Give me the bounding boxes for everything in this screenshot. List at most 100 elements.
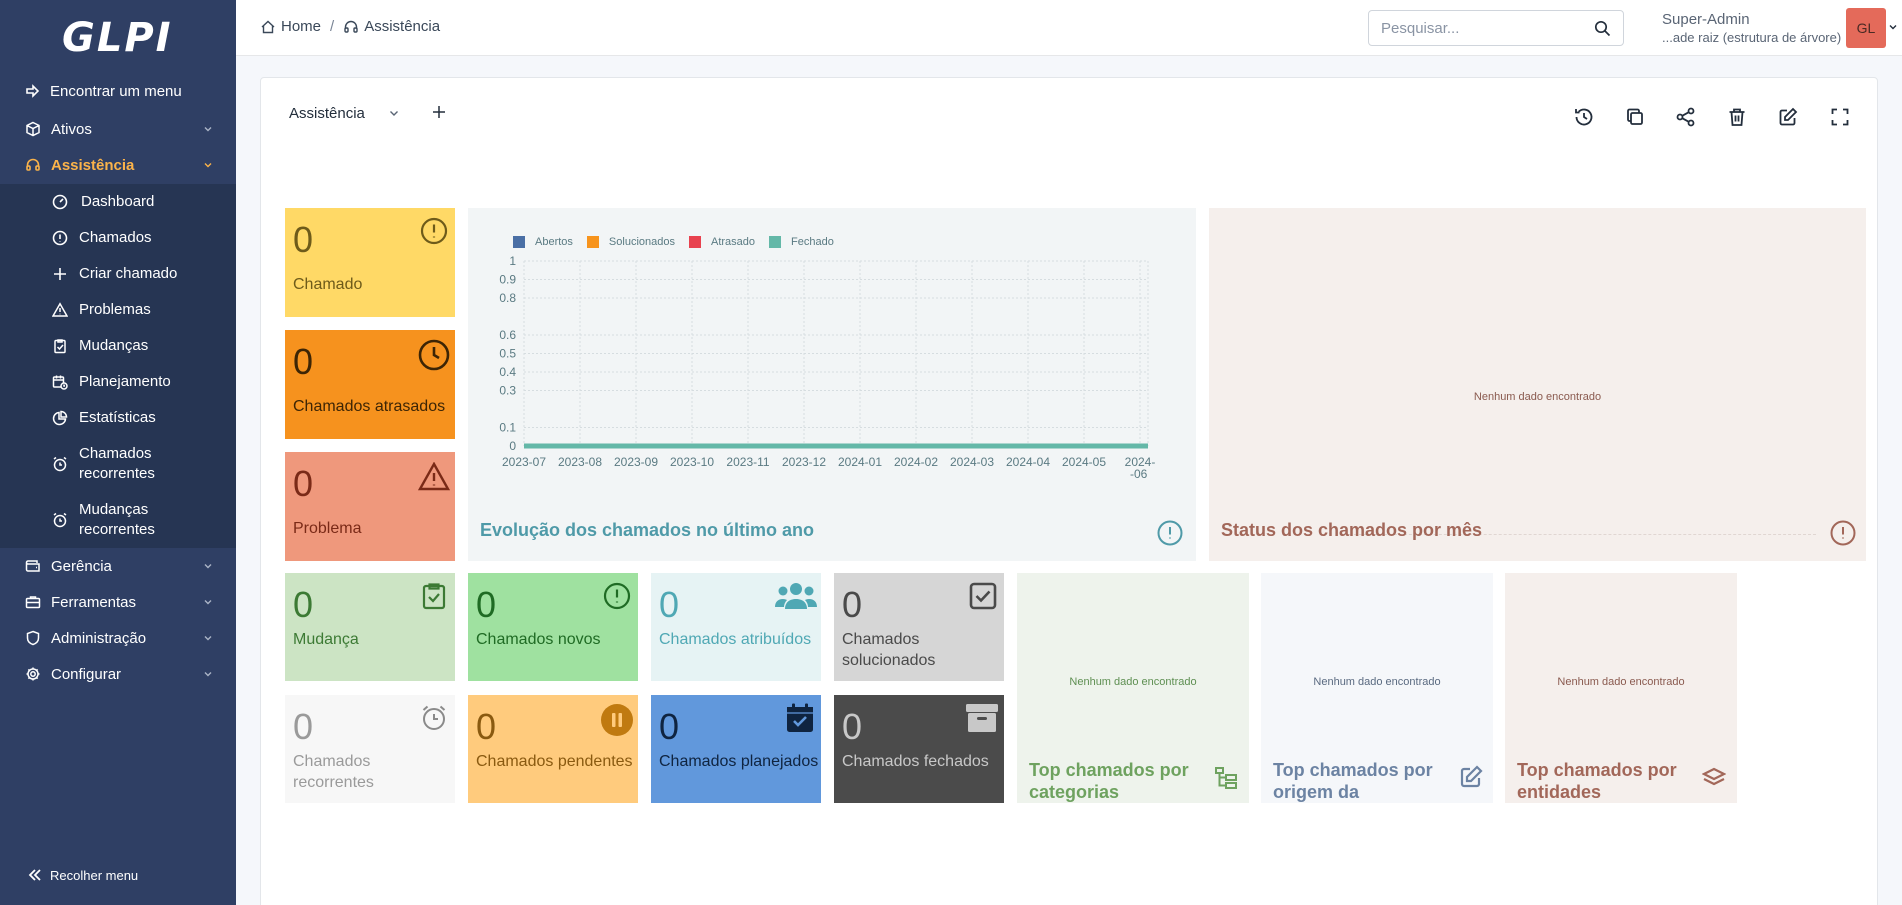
widget-chamados-solucionados[interactable]: 0 Chamados solucionados — [834, 573, 1004, 681]
widget-value: 0 — [293, 706, 314, 747]
sidebar-item-administracao[interactable]: Administração — [0, 620, 236, 656]
widget-label: Problema — [293, 520, 362, 537]
widget-mudanca[interactable]: 0 Mudança — [285, 573, 455, 681]
y-tick-label: 0.1 — [499, 421, 516, 435]
submenu-item-dashboard[interactable]: Dashboard — [0, 184, 236, 220]
collapse-menu-button[interactable]: Recolher menu — [26, 866, 138, 884]
dashboard-select[interactable]: Assistência — [281, 95, 414, 131]
edit-icon[interactable] — [1776, 105, 1800, 129]
avatar[interactable]: GL — [1846, 8, 1886, 48]
submenu-label: Chamados recorrentes — [79, 445, 155, 482]
search-input[interactable] — [1369, 11, 1589, 45]
sidebar-item-assistencia[interactable]: Assistência — [0, 147, 236, 183]
breadcrumb: Home / Assistência — [260, 18, 440, 35]
widget-chamados-planejados[interactable]: 0 Chamados planejados — [651, 695, 821, 803]
legend-item[interactable]: Solucionados — [586, 236, 675, 248]
widget-problema[interactable]: 0 Problema — [285, 452, 455, 561]
empty-message: Nenhum dado encontrado — [1069, 676, 1197, 688]
history-icon[interactable] — [1572, 105, 1596, 129]
widget-chamados-recorrentes[interactable]: 0 Chamados recorrentes — [285, 695, 455, 803]
breadcrumb-assistencia[interactable]: Assistência — [364, 18, 440, 35]
chevron-down-icon — [202, 632, 214, 644]
legend-item[interactable]: Atrasado — [688, 236, 755, 248]
widget-chamados-fechados[interactable]: 0 Chamados fechados — [834, 695, 1004, 803]
arrow-right-icon — [24, 82, 42, 100]
y-tick-label: 0.6 — [499, 328, 516, 342]
chevron-down-icon — [202, 159, 214, 171]
alert-circle-icon — [602, 581, 632, 611]
widget-chamados-atrasados[interactable]: 0 Chamados atrasados — [285, 330, 455, 439]
alert-circle-icon — [419, 216, 449, 246]
legend-swatch — [688, 236, 701, 248]
y-tick-label: 0.9 — [499, 273, 516, 287]
clone-icon[interactable] — [1623, 105, 1647, 129]
briefcase-icon — [24, 593, 42, 611]
submenu-item-planejamento[interactable]: Planejamento — [0, 364, 236, 400]
x-tick-label: 2023-08 — [558, 455, 602, 469]
widget-value: 0 — [293, 219, 314, 260]
add-dashboard-icon[interactable] — [429, 102, 449, 122]
calendar-check-icon — [785, 703, 815, 733]
x-tick-label: 2023-09 — [614, 455, 658, 469]
delete-icon[interactable] — [1725, 105, 1749, 129]
find-menu-button[interactable]: Encontrar um menu — [0, 73, 236, 109]
user-entity[interactable]: ...ade raiz (estrutura de árvore) — [1662, 30, 1841, 45]
y-tick-label: 0.3 — [499, 384, 516, 398]
widget-chamado[interactable]: 0 Chamado — [285, 208, 455, 317]
share-icon[interactable] — [1674, 105, 1698, 129]
alert-circle-icon — [1829, 519, 1857, 547]
widget-chamados-novos[interactable]: 0 Chamados novos — [468, 573, 638, 681]
search-icon[interactable] — [1594, 20, 1611, 37]
submenu-item-estatisticas[interactable]: Estatísticas — [0, 400, 236, 436]
submenu-item-mudancas[interactable]: Mudanças — [0, 328, 236, 364]
widget-title: Top chamados por categorias — [1029, 760, 1189, 802]
widget-label: Chamados novos — [476, 631, 601, 648]
sidebar: GLPI Encontrar um menu Ativos Assistênci… — [0, 0, 236, 905]
chevron-down-icon[interactable] — [1888, 22, 1898, 32]
sidebar-item-label: Assistência — [51, 156, 135, 174]
sidebar-item-label: Configurar — [51, 665, 122, 683]
legend-swatch — [586, 236, 599, 248]
widget-chamados-atribuidos[interactable]: 0 Chamados atribuídos — [651, 573, 821, 681]
widget-chamados-pendentes[interactable]: 0 Chamados pendentes — [468, 695, 638, 803]
widget-value: 0 — [293, 584, 314, 625]
fullscreen-icon[interactable] — [1828, 105, 1852, 129]
y-tick-label: 0.8 — [499, 291, 516, 305]
widget-value: 0 — [842, 706, 863, 747]
legend-item[interactable]: Fechado — [769, 236, 834, 248]
double-chevron-left-icon — [26, 866, 44, 884]
sidebar-item-ativos[interactable]: Ativos — [0, 111, 236, 147]
alert-circle-icon — [51, 229, 69, 247]
widget-value: 0 — [476, 706, 497, 747]
archive-box-icon — [964, 703, 1000, 733]
legend-item[interactable]: Abertos — [513, 236, 573, 248]
legend-label: Fechado — [791, 236, 834, 248]
home-icon — [260, 19, 276, 35]
x-tick-label: 2024-02 — [894, 455, 938, 469]
submenu-item-chamados[interactable]: Chamados — [0, 220, 236, 256]
sidebar-item-gerencia[interactable]: Gerência — [0, 548, 236, 584]
submenu-item-chamados-recorrentes[interactable]: Chamados recorrentes — [0, 436, 236, 492]
widget-top-origem: Nenhum dado encontrado Top chamados por … — [1261, 573, 1493, 803]
legend-swatch — [513, 236, 525, 248]
submenu-item-criar-chamado[interactable]: Criar chamado — [0, 256, 236, 292]
breadcrumb-home[interactable]: Home — [281, 18, 321, 35]
headset-icon — [24, 156, 42, 174]
widget-value: 0 — [293, 341, 314, 382]
submenu-label: Dashboard — [81, 193, 155, 210]
alarm-clock-icon — [51, 511, 69, 529]
sidebar-item-configurar[interactable]: Configurar — [0, 656, 236, 692]
glpi-logo[interactable]: GLPI — [62, 14, 173, 62]
submenu-item-mudancas-recorrentes[interactable]: Mudanças recorrentes — [0, 492, 236, 548]
user-name[interactable]: Super-Admin — [1662, 11, 1750, 28]
sidebar-item-ferramentas[interactable]: Ferramentas — [0, 584, 236, 620]
empty-message: Nenhum dado encontrado — [1313, 676, 1441, 688]
collapse-menu-label: Recolher menu — [50, 867, 139, 883]
y-tick-label: 1 — [509, 254, 516, 268]
legend-label: Solucionados — [608, 236, 675, 248]
search-box — [1368, 10, 1624, 46]
submenu-item-problemas[interactable]: Problemas — [0, 292, 236, 328]
gear-icon — [24, 665, 42, 683]
assistencia-submenu: Dashboard Chamados Criar chamado Problem… — [0, 184, 236, 548]
legend-swatch — [769, 236, 782, 248]
